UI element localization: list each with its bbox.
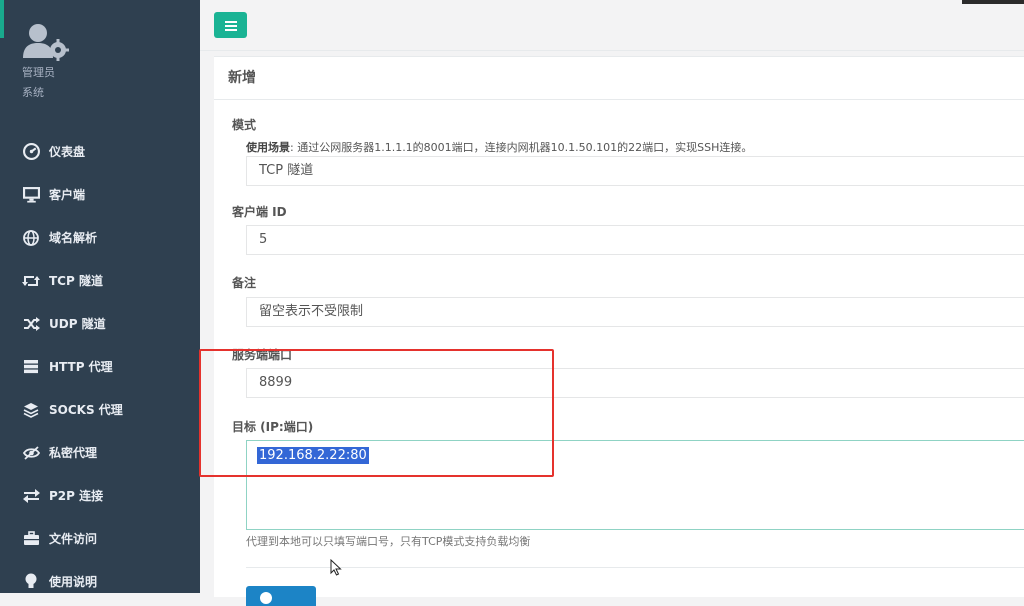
add-icon [260, 592, 272, 604]
client-id-input[interactable]: 5 [246, 225, 1024, 255]
client-id-label: 客户端 ID [232, 205, 287, 219]
hamburger-icon [224, 16, 237, 35]
briefcase-icon [22, 530, 40, 548]
retweet-icon [22, 272, 40, 290]
mode-help-text: : 通过公网服务器1.1.1.1的8001端口，连接内网机器10.1.50.10… [290, 141, 753, 154]
sidebar-item-label: 私密代理 [49, 446, 98, 460]
annotation-highlight-box [199, 349, 554, 477]
sidebar-item-dns[interactable]: 域名解析 [0, 216, 200, 259]
eye-slash-icon [22, 444, 40, 462]
shuffle-icon [22, 315, 40, 333]
sidebar-item-clients[interactable]: 客户端 [0, 173, 200, 216]
user-gear-icon [22, 22, 70, 64]
sidebar-item-label: 使用说明 [49, 575, 98, 589]
form-divider [246, 567, 1024, 568]
sidebar-item-label: TCP 隧道 [49, 274, 103, 288]
sidebar-item-files[interactable]: 文件访问 [0, 517, 200, 560]
sidebar-item-label: P2P 连接 [49, 489, 104, 503]
sidebar-nav: 仪表盘 客户端 域名解析 TCP 隧道 UDP 隧道 HTTP 代理 SOCKS… [0, 130, 200, 603]
sidebar-item-secret[interactable]: 私密代理 [0, 431, 200, 474]
mode-help-prefix: 使用场景 [246, 141, 290, 154]
top-bar [200, 0, 1024, 51]
top-right-edge [962, 0, 1024, 4]
globe-icon [22, 229, 40, 247]
sidebar-item-help[interactable]: 使用说明 [0, 560, 200, 603]
add-form-panel: 新增 模式 使用场景: 通过公网服务器1.1.1.1的8001端口，连接内网机器… [214, 56, 1024, 606]
sidebar-item-socks[interactable]: SOCKS 代理 [0, 388, 200, 431]
sidebar-item-udp[interactable]: UDP 隧道 [0, 302, 200, 345]
profile-role: 系统 [22, 86, 44, 99]
dashboard-icon [22, 143, 40, 161]
sidebar-item-label: 仪表盘 [49, 145, 86, 159]
sidebar-item-p2p[interactable]: P2P 连接 [0, 474, 200, 517]
sidebar-item-http[interactable]: HTTP 代理 [0, 345, 200, 388]
user-profile[interactable]: 管理员 系统 [22, 22, 182, 100]
remark-label: 备注 [232, 276, 257, 290]
sidebar-item-label: HTTP 代理 [49, 360, 113, 374]
mouse-cursor-icon [330, 558, 342, 580]
mode-select[interactable]: TCP 隧道 [246, 156, 1024, 186]
layers-icon [22, 401, 40, 419]
remark-input[interactable]: 留空表示不受限制 [246, 297, 1024, 327]
mode-label: 模式 [232, 118, 257, 132]
sidebar-item-label: 文件访问 [49, 532, 98, 546]
submit-button[interactable] [246, 586, 316, 606]
sidebar-item-label: SOCKS 代理 [49, 403, 123, 417]
exchange-icon [22, 487, 40, 505]
menu-toggle-button[interactable] [214, 12, 247, 38]
sidebar-item-label: 客户端 [49, 188, 86, 202]
server-icon [22, 358, 40, 376]
mode-help: 使用场景: 通过公网服务器1.1.1.1的8001端口，连接内网机器10.1.5… [246, 139, 752, 155]
sidebar: 管理员 系统 仪表盘 客户端 域名解析 TCP 隧道 UDP 隧道 HTTP 代… [0, 0, 200, 593]
active-indicator [0, 0, 4, 38]
panel-title: 新增 [214, 57, 1024, 100]
profile-name: 管理员 [22, 66, 55, 79]
sidebar-item-label: UDP 隧道 [49, 317, 106, 331]
target-note: 代理到本地可以只填写端口号，只有TCP模式支持负载均衡 [246, 535, 531, 548]
sidebar-item-dashboard[interactable]: 仪表盘 [0, 130, 200, 173]
sidebar-item-label: 域名解析 [49, 231, 98, 245]
sidebar-item-tcp[interactable]: TCP 隧道 [0, 259, 200, 302]
monitor-icon [22, 186, 40, 204]
lightbulb-icon [22, 573, 40, 591]
